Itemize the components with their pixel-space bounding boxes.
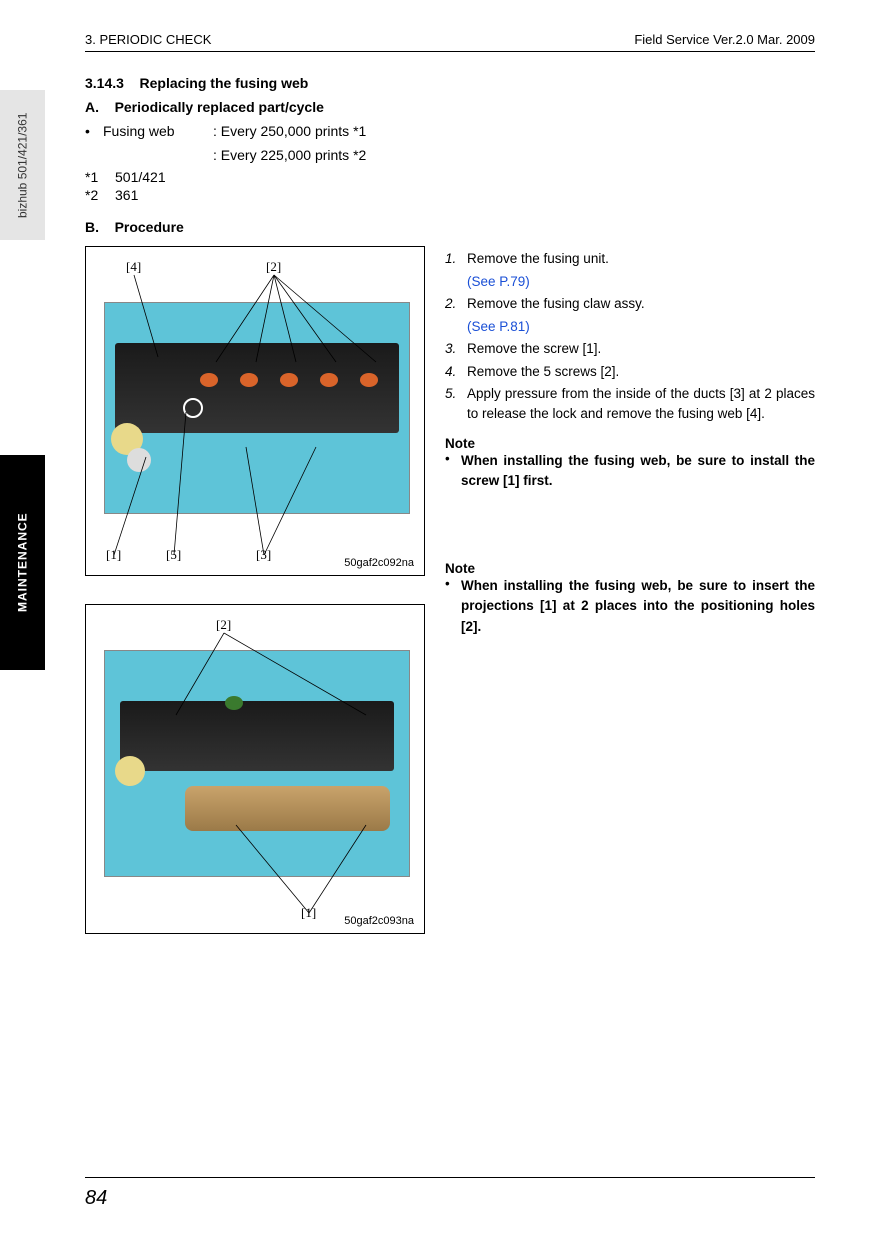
cycle-value-1: : Every 250,000 prints *1 xyxy=(213,121,366,142)
header-left: 3. PERIODIC CHECK xyxy=(85,32,211,47)
footnote-2: *2 361 xyxy=(85,187,815,203)
fig1-callout-4: [4] xyxy=(126,259,141,275)
figure-1: [4] [2] [1] [5] [3] 50gaf2c092na xyxy=(85,246,425,576)
page-header: 3. PERIODIC CHECK Field Service Ver.2.0 … xyxy=(85,32,815,52)
footer-rule xyxy=(85,1177,815,1178)
step-1: 1. Remove the fusing unit. xyxy=(445,249,815,269)
bullet-icon: • xyxy=(445,451,461,492)
cycle-item: Fusing web xyxy=(103,121,213,142)
header-right: Field Service Ver.2.0 Mar. 2009 xyxy=(634,32,815,47)
section-title: Replacing the fusing web xyxy=(140,75,309,91)
cycle-row-1: • Fusing web : Every 250,000 prints *1 xyxy=(85,121,815,142)
subsection-a-label: A. xyxy=(85,99,99,115)
fig1-callout-3: [3] xyxy=(256,547,271,563)
fig1-callout-2: [2] xyxy=(266,259,281,275)
figure-1-photo xyxy=(104,302,410,514)
page-number: 84 xyxy=(85,1187,107,1210)
subsection-b-heading: B. Procedure xyxy=(85,217,815,238)
figures-column: [4] [2] [1] [5] [3] 50gaf2c092na xyxy=(85,246,425,934)
content-body: 3.14.3 Replacing the fusing web A. Perio… xyxy=(85,70,815,934)
fig1-callout-5: [5] xyxy=(166,547,181,563)
subsection-b-label: B. xyxy=(85,219,99,235)
step-4: 4. Remove the 5 screws [2]. xyxy=(445,362,815,382)
footnote-1: *1 501/421 xyxy=(85,169,815,185)
step-2-link[interactable]: (See P.81) xyxy=(467,317,815,337)
bullet-icon: • xyxy=(85,121,103,142)
fig2-code: 50gaf2c093na xyxy=(344,915,414,927)
note-1-heading: Note xyxy=(445,436,815,451)
fig1-callout-1: [1] xyxy=(106,547,121,563)
bullet-icon: • xyxy=(445,576,461,637)
note-2-heading: Note xyxy=(445,561,815,576)
note-1-body: • When installing the fusing web, be sur… xyxy=(445,451,815,492)
step-2: 2. Remove the fusing claw assy. xyxy=(445,294,815,314)
figure-2-photo xyxy=(104,650,410,877)
step-3: 3. Remove the screw [1]. xyxy=(445,339,815,359)
subsection-a-title: Periodically replaced part/cycle xyxy=(115,99,324,115)
fig2-callout-2: [2] xyxy=(216,617,231,633)
figure-2: [2] [1] 50gaf2c093na xyxy=(85,604,425,934)
section-number: 3.14.3 xyxy=(85,75,124,91)
step-5: 5. Apply pressure from the inside of the… xyxy=(445,384,815,423)
side-tab-maintenance: MAINTENANCE xyxy=(0,455,45,670)
instructions-column: 1. Remove the fusing unit. (See P.79) 2.… xyxy=(445,246,815,934)
cycle-value-2: : Every 225,000 prints *2 xyxy=(213,145,366,166)
step-1-link[interactable]: (See P.79) xyxy=(467,272,815,292)
subsection-a-heading: A. Periodically replaced part/cycle xyxy=(85,97,815,118)
side-tab-model: bizhub 501/421/361 xyxy=(0,90,45,240)
cycle-row-2: : Every 225,000 prints *2 xyxy=(85,145,815,166)
fig1-code: 50gaf2c092na xyxy=(344,557,414,569)
fig2-callout-1: [1] xyxy=(301,905,316,921)
note-2-body: • When installing the fusing web, be sur… xyxy=(445,576,815,637)
section-heading: 3.14.3 Replacing the fusing web xyxy=(85,73,815,94)
subsection-b-title: Procedure xyxy=(115,219,184,235)
